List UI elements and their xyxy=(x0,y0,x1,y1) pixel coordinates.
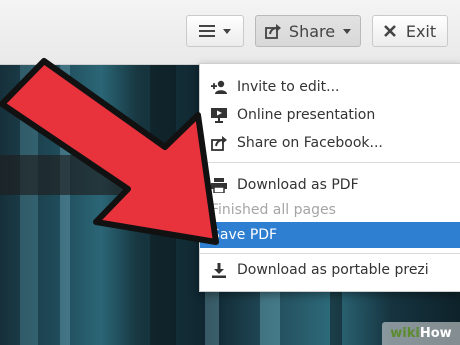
wikihow-watermark: wiki How xyxy=(382,322,460,345)
annotation-arrow xyxy=(0,58,219,245)
